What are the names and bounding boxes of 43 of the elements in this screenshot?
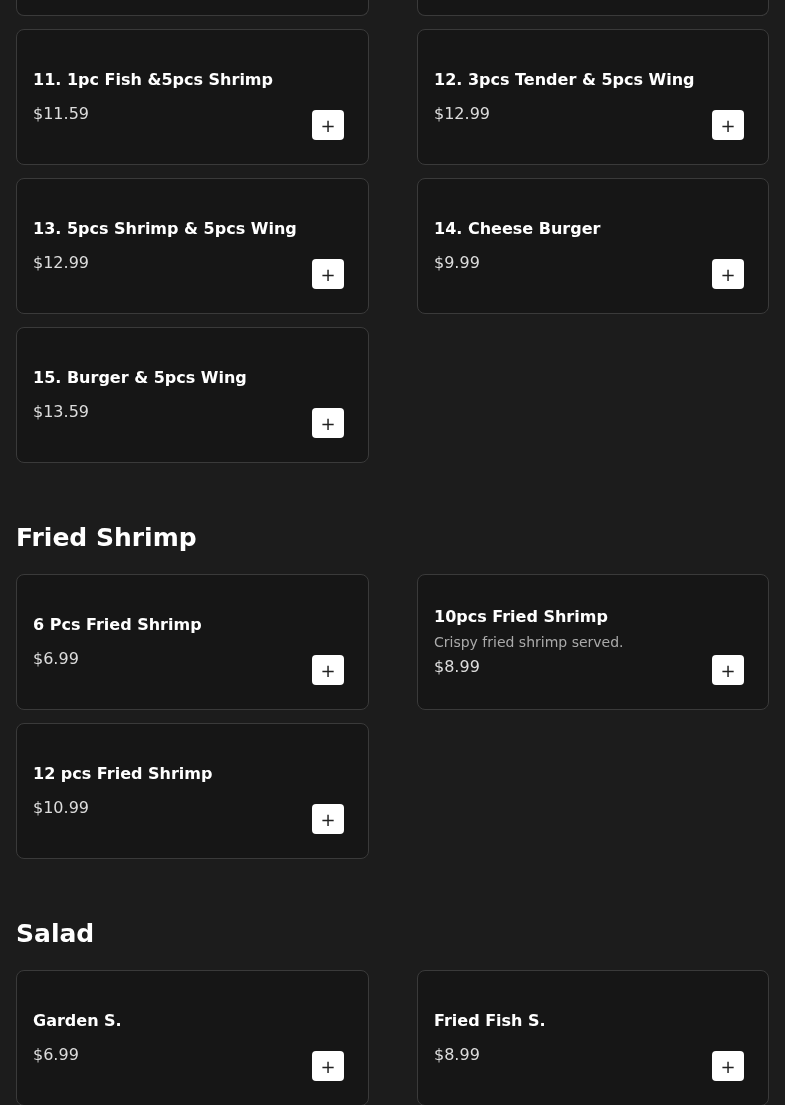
add-button[interactable]: +: [312, 259, 344, 289]
menu-item-card[interactable]: Garden S. $6.99 +: [16, 970, 369, 1105]
menu-item-card[interactable]: 10pcs Fried Shrimp Crispy fried shrimp served. $8.99 +: [417, 574, 769, 710]
add-button[interactable]: +: [312, 655, 344, 685]
add-button[interactable]: +: [712, 655, 744, 685]
item-price: $12.99: [33, 253, 90, 273]
item-name: 12 pcs Fried Shrimp: [33, 764, 213, 784]
add-button[interactable]: +: [312, 408, 344, 438]
add-button[interactable]: +: [712, 1051, 744, 1081]
add-button[interactable]: +: [712, 259, 744, 289]
section-heading: Fried Shrimp: [16, 523, 198, 553]
menu-item-card[interactable]: 13. 5pcs Shrimp & 5pcs Wing $12.99 +: [16, 178, 369, 314]
item-name: 6 Pcs Fried Shrimp: [33, 615, 202, 635]
menu-item-card[interactable]: Fried Fish S. $8.99 +: [417, 970, 769, 1105]
item-name: Fried Fish S.: [434, 1011, 546, 1031]
item-name: 15. Burger & 5pcs Wing: [33, 368, 247, 388]
item-name: 14. Cheese Burger: [434, 219, 601, 239]
section-heading: Salad: [16, 919, 96, 949]
item-name: 12. 3pcs Tender & 5pcs Wing: [434, 70, 695, 90]
item-price: $6.99: [33, 649, 80, 669]
item-price: $11.59: [33, 104, 90, 124]
add-button[interactable]: +: [712, 110, 744, 140]
menu-item-card[interactable]: 6 Pcs Fried Shrimp $6.99 +: [16, 574, 369, 710]
item-price: $8.99: [434, 1045, 481, 1065]
item-price: $13.59: [33, 402, 90, 422]
item-name: 13. 5pcs Shrimp & 5pcs Wing: [33, 219, 297, 239]
menu-item-card[interactable]: 15. Burger & 5pcs Wing $13.59 +: [16, 327, 369, 463]
item-price: $8.99: [434, 657, 481, 677]
item-price: $6.99: [33, 1045, 80, 1065]
item-price: $12.99: [434, 104, 491, 124]
menu-item-card[interactable]: 12 pcs Fried Shrimp $10.99 +: [16, 723, 369, 859]
add-button[interactable]: +: [312, 1051, 344, 1081]
add-button[interactable]: +: [312, 110, 344, 140]
item-name: 11. 1pc Fish &5pcs Shrimp: [33, 70, 273, 90]
item-name: 10pcs Fried Shrimp: [434, 607, 609, 627]
item-description: Crispy fried shrimp served.: [434, 633, 624, 651]
menu-item-card[interactable]: 11. 1pc Fish &5pcs Shrimp $11.59 +: [16, 29, 369, 165]
item-price: $9.99: [434, 253, 481, 273]
menu-item-card[interactable]: 14. Cheese Burger $9.99 +: [417, 178, 769, 314]
add-button[interactable]: +: [312, 804, 344, 834]
item-price: $10.99: [33, 798, 90, 818]
item-name: Garden S.: [33, 1011, 122, 1031]
menu-item-card[interactable]: 12. 3pcs Tender & 5pcs Wing $12.99 +: [417, 29, 769, 165]
